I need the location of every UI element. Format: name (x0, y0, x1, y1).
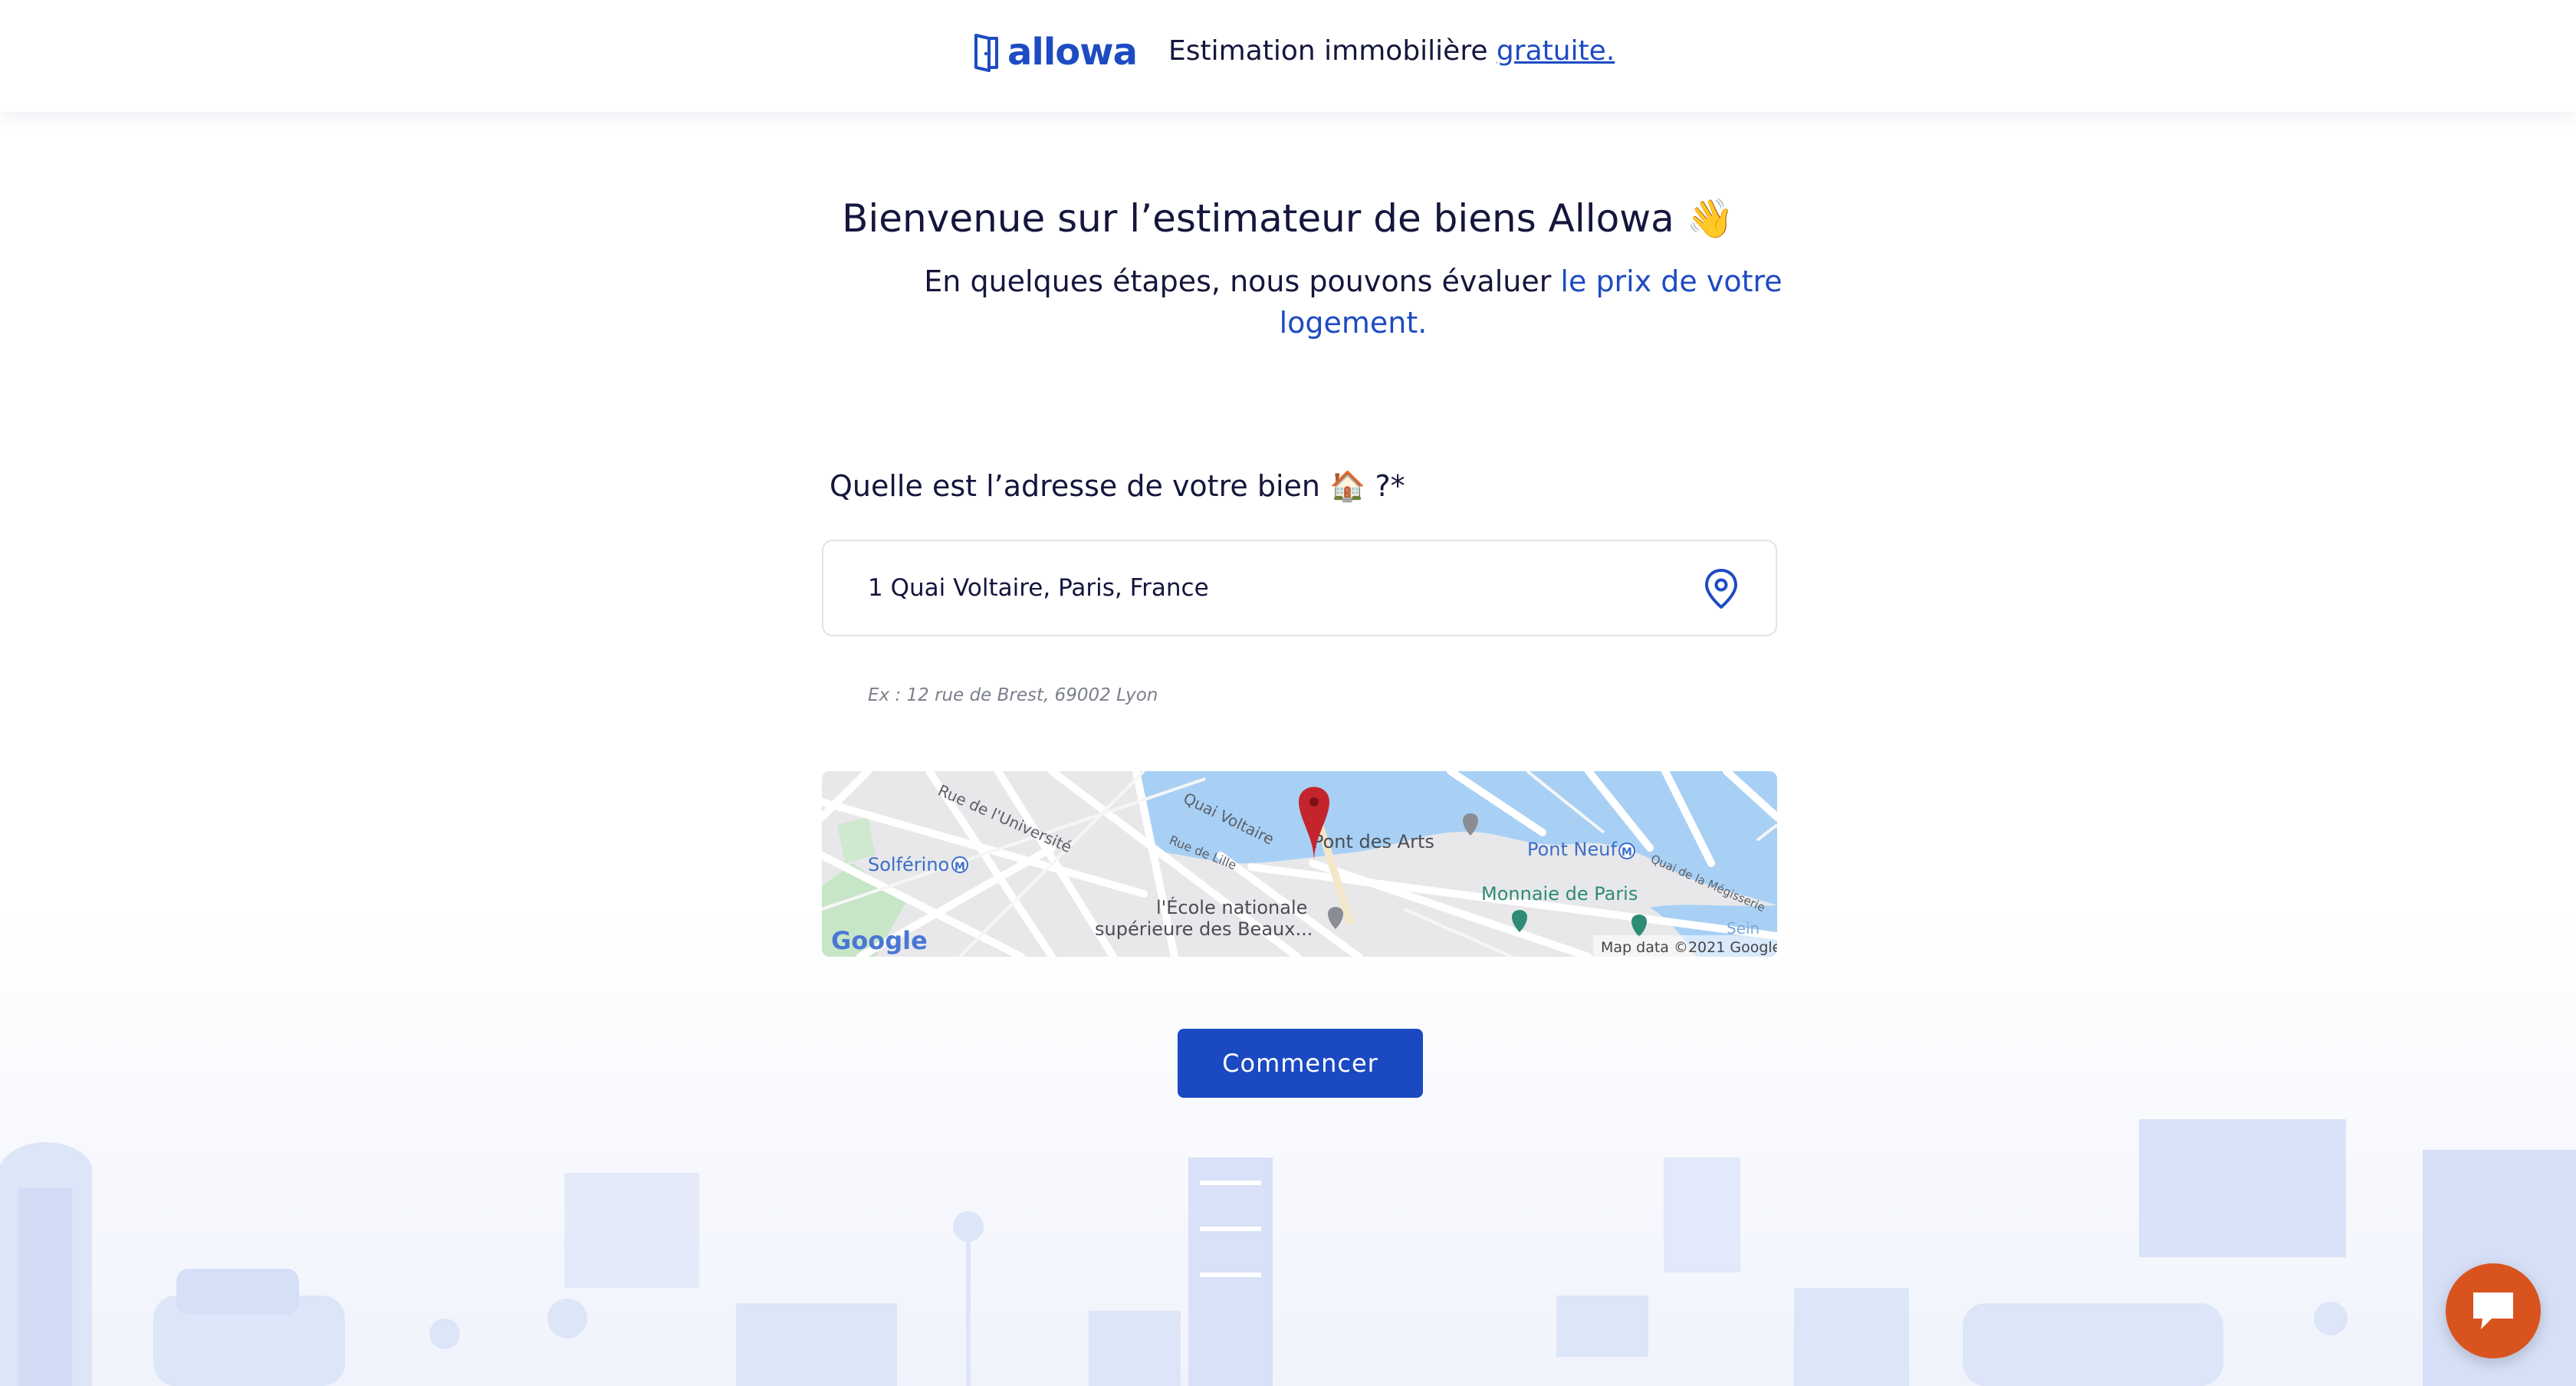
site-header: allowa Estimation immobilière gratuite. (0, 0, 2576, 112)
map-label-pont-neuf: Pont Neuf (1527, 839, 1617, 860)
door-icon (974, 34, 998, 72)
furniture-illustration (0, 1119, 2576, 1386)
address-input[interactable] (868, 541, 1681, 635)
page-title: Bienvenue sur l’estimateur de biens Allo… (842, 196, 1734, 241)
map-label-ecole-1: l'École nationale (1156, 896, 1307, 918)
brand-name: allowa (1007, 31, 1138, 74)
map-label-monnaie: Monnaie de Paris (1481, 883, 1638, 905)
tagline-link[interactable]: gratuite. (1497, 35, 1615, 67)
subtitle-text: En quelques étapes, nous pouvons évaluer (924, 264, 1561, 298)
chat-button[interactable] (2446, 1263, 2541, 1358)
start-button[interactable]: Commencer (1178, 1029, 1423, 1098)
address-field (822, 540, 1777, 636)
map-label-seine: Sein (1727, 919, 1760, 938)
header-tagline: Estimation immobilière gratuite. (1168, 35, 1615, 67)
svg-text:M: M (1622, 846, 1632, 859)
tagline-text: Estimation immobilière (1168, 35, 1497, 67)
map-label-solferino: Solférino (868, 854, 949, 875)
map-attribution: Map data ©2021 Google (1601, 939, 1777, 956)
page-subtitle: En quelques étapes, nous pouvons évaluer… (874, 261, 1832, 343)
chat-bubble-icon (2473, 1292, 2513, 1329)
map-canvas: Rue de l'Université Quai Voltaire Rue de… (822, 771, 1777, 957)
map-label-ecole-2: supérieure des Beaux... (1095, 918, 1313, 940)
map-label-pont-des-arts: Pont des Arts (1313, 831, 1434, 852)
location-pin-icon[interactable] (1702, 567, 1740, 610)
address-label: Quelle est l’adresse de votre bien 🏠 ?* (830, 469, 1405, 503)
address-hint: Ex : 12 rue de Brest, 69002 Lyon (868, 685, 1158, 705)
location-map[interactable]: Rue de l'Université Quai Voltaire Rue de… (822, 771, 1777, 957)
allowa-logo[interactable]: allowa (974, 28, 1138, 77)
svg-text:M: M (955, 861, 965, 873)
google-logo: Google (831, 926, 928, 955)
